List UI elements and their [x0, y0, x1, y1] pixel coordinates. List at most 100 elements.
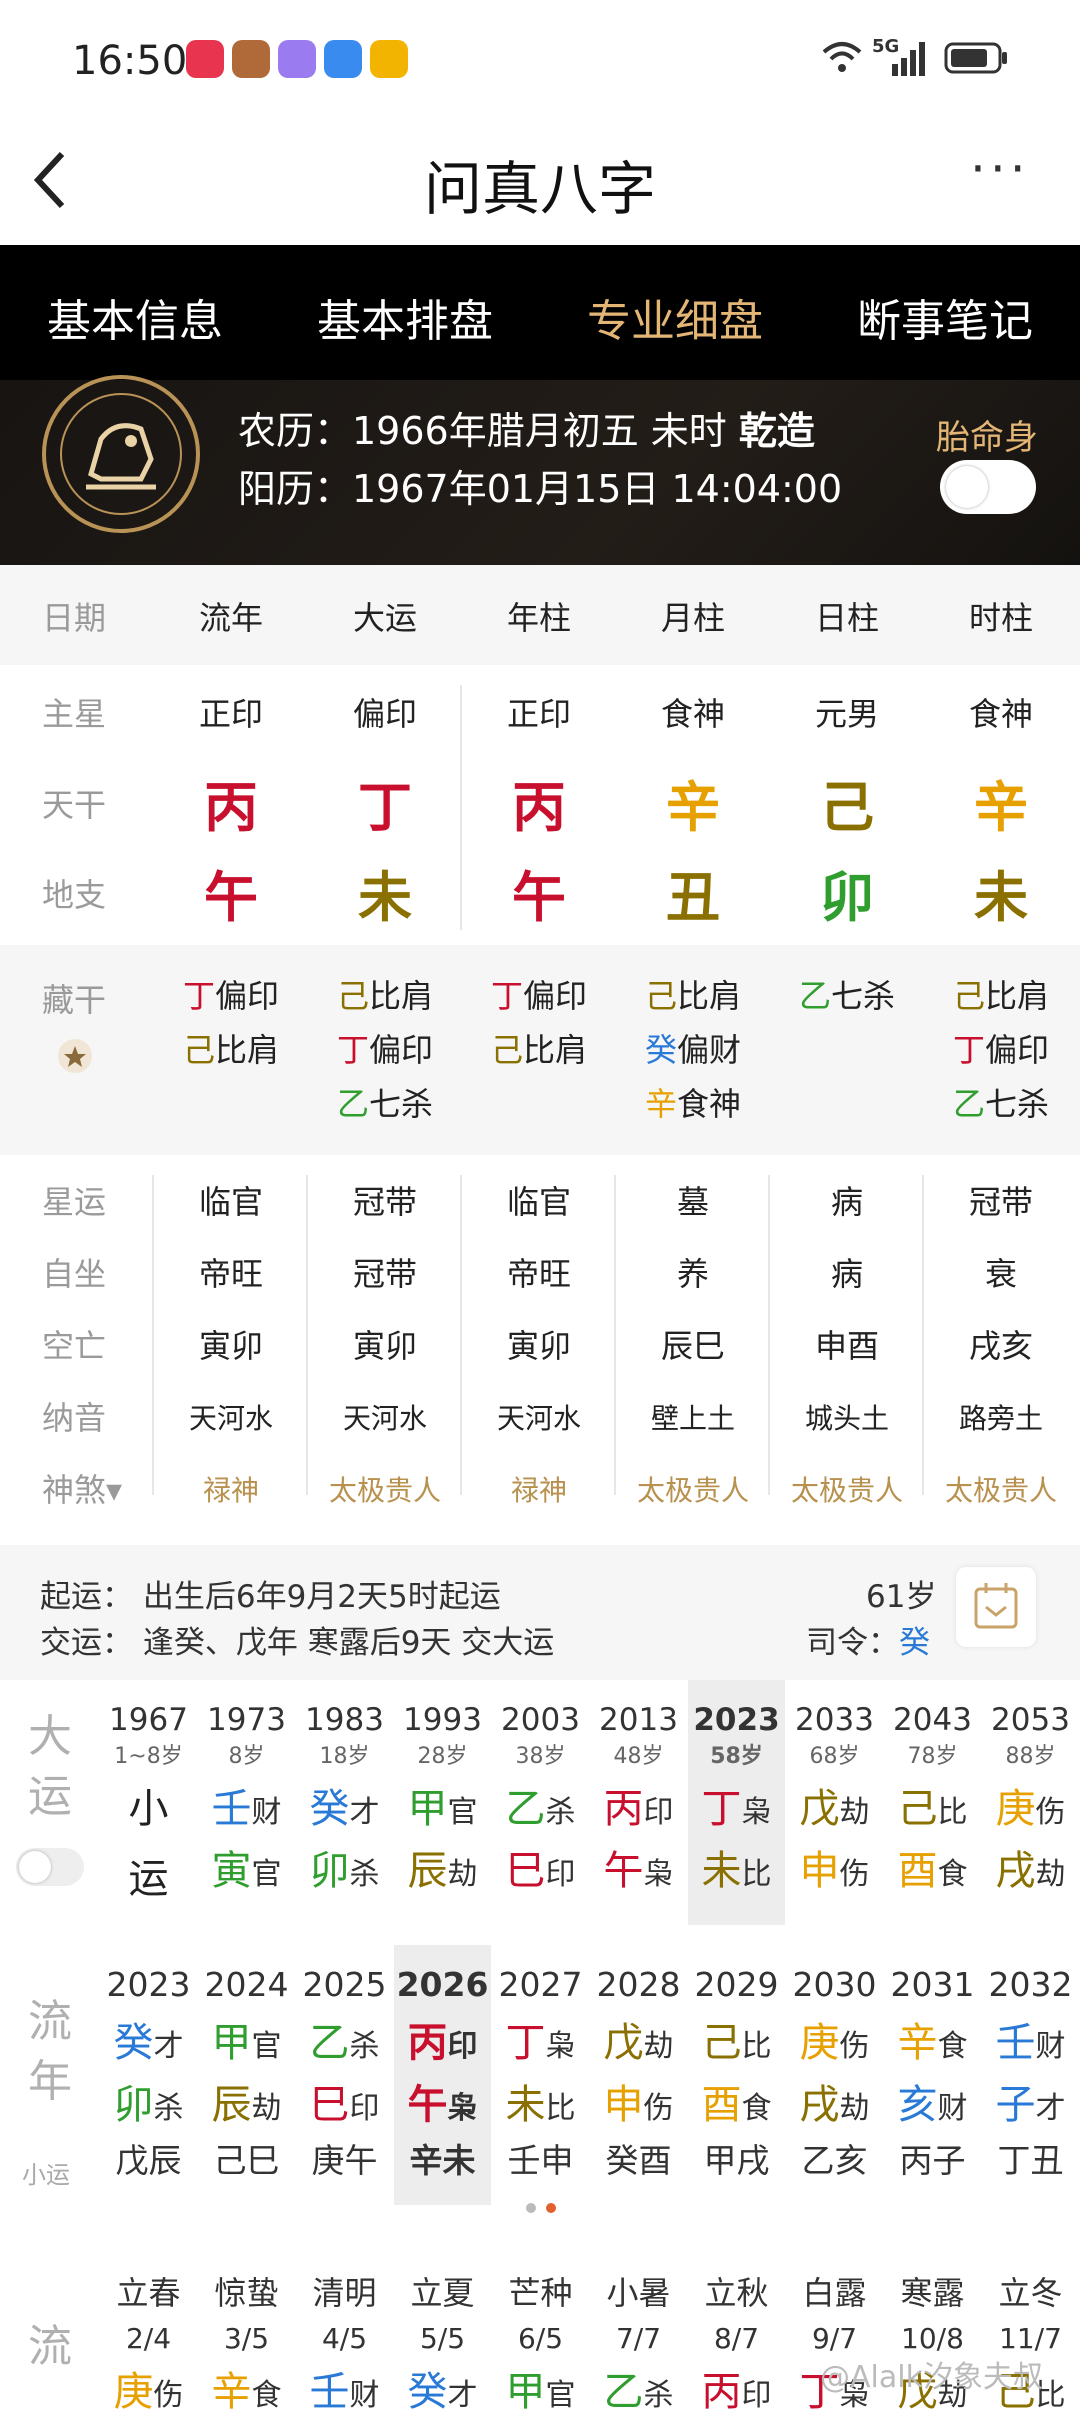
- solar-term: 小暑: [606, 2274, 671, 2312]
- liunian-zhi: 子才: [982, 2072, 1079, 2130]
- zhi-god: 伤: [839, 1857, 870, 1892]
- dayun-year: 2003: [501, 1702, 580, 1738]
- shensha-cell[interactable]: 太极贵人: [770, 1469, 924, 1509]
- tab-basic-chart[interactable]: 基本排盘: [270, 285, 540, 349]
- dayun-column[interactable]: 2043 78岁 己比 酉食: [884, 1680, 981, 1925]
- liunian-column[interactable]: 2032 壬财 子才 丁丑: [982, 1945, 1079, 2205]
- tab-professional-chart[interactable]: 专业细盘: [540, 285, 810, 349]
- liuyue-column[interactable]: 惊蛰 3/5 辛食: [198, 2250, 295, 2412]
- liuyue-gan: 乙杀: [590, 2359, 687, 2412]
- tiangan-cell: 己: [820, 776, 874, 839]
- gan-god: 财: [251, 1795, 282, 1830]
- attributes-section: 星运 临官 冠带 临官墓病冠带 自坐 帝旺 冠带 帝旺养病衰空亡 寅卯 寅卯 寅卯 辰巳 申酉 戌亥 纳音天…: [0, 1155, 1080, 1545]
- dayun-zhi: 酉食: [884, 1838, 981, 1896]
- xiaoyun-toggle[interactable]: [16, 1848, 84, 1886]
- attr-cell: 寅卯: [198, 1327, 263, 1365]
- gan-char: 癸: [407, 2369, 448, 2412]
- dayun-column[interactable]: 1967 1~8岁小运: [100, 1702, 197, 1904]
- zhi-char: 子: [995, 2082, 1036, 2128]
- tab-notes[interactable]: 断事笔记: [810, 285, 1080, 349]
- canggan-item: 己比肩: [154, 1025, 308, 1071]
- dayun-gan: 壬财: [198, 1776, 295, 1834]
- dayun-column[interactable]: 2033 68岁 戊劫 申伤: [786, 1680, 883, 1925]
- liunian-column[interactable]: 2027 丁枭 未比 壬申: [492, 1945, 589, 2205]
- gan-god: 食: [937, 2029, 968, 2064]
- canggan-stem: 丁: [182, 977, 215, 1015]
- liunian-column[interactable]: 2029 己比 酉食 甲戌: [688, 1945, 785, 2205]
- solar-term-date: 5/5: [419, 2322, 466, 2355]
- gan-god: 伤: [153, 2378, 184, 2412]
- liuyue-gan: 甲官: [492, 2359, 589, 2412]
- canggan-item: 丁偏印: [308, 1025, 462, 1071]
- dizhi-cell: 丑: [666, 866, 720, 929]
- dayun-column[interactable]: 1983 18岁 癸才 卯杀: [296, 1680, 393, 1925]
- dayun-age: 58岁: [710, 1744, 763, 1769]
- canggan-item: 乙七杀: [924, 1079, 1078, 1125]
- attr-cell: 寅卯: [506, 1327, 571, 1365]
- liunian-column[interactable]: 2026 丙印 午枭 辛未: [394, 1945, 491, 2205]
- zhi-god: 食: [937, 1857, 968, 1892]
- shensha-cell[interactable]: 太极贵人: [924, 1469, 1078, 1509]
- liuyue-column[interactable]: 芒种 6/5 甲官: [492, 2250, 589, 2412]
- liunian-column[interactable]: 2024 甲官 辰劫 己巳: [198, 1945, 295, 2205]
- shensha-cell[interactable]: 太极贵人: [308, 1469, 462, 1509]
- star-badge-icon[interactable]: [58, 1039, 92, 1073]
- dayun-column[interactable]: 2053 88岁 庚伤 戌劫: [982, 1680, 1079, 1925]
- canggan-stem: 己: [490, 1031, 523, 1069]
- taiming-toggle[interactable]: [940, 460, 1036, 514]
- gan-char: 甲: [505, 2369, 546, 2412]
- liuyue-column[interactable]: 清明 4/5 壬财: [296, 2250, 393, 2412]
- gan-god: 官: [545, 2378, 576, 2412]
- gan-god: 才: [447, 2378, 478, 2412]
- calendar-button[interactable]: [956, 1567, 1036, 1647]
- liuyue-column[interactable]: 立秋 8/7 丙印: [688, 2250, 785, 2412]
- shensha-cell[interactable]: 太极贵人: [616, 1469, 770, 1509]
- xiaoyun-ganzhi: 戊辰: [115, 2141, 182, 2180]
- dayun-column[interactable]: 2023 58岁 丁枭 未比: [688, 1680, 785, 1925]
- liunian-gan: 辛食: [884, 2010, 981, 2068]
- canggan-item: 己比肩: [616, 971, 770, 1017]
- liuyue-column[interactable]: 小暑 7/7 乙杀: [590, 2250, 687, 2412]
- zhi-god: 才: [1035, 2091, 1066, 2126]
- solar-term: 立秋: [704, 2274, 769, 2312]
- attr-cell: 申酉: [814, 1327, 879, 1365]
- solar-term-date: 4/5: [321, 2322, 368, 2355]
- row-label[interactable]: 神煞▾: [42, 1465, 122, 1511]
- liunian-column[interactable]: 2028 戊劫 申伤 癸酉: [590, 1945, 687, 2205]
- canggan-stem: 丁: [952, 1031, 985, 1069]
- row-label-dizhi: 地支: [42, 876, 107, 914]
- page-dot[interactable]: [526, 2203, 536, 2213]
- liunian-year: 2028: [596, 1965, 681, 2004]
- liunian-gan: 丁枭: [492, 2010, 589, 2068]
- xiaoyun-ganzhi: 庚午: [311, 2141, 378, 2180]
- gan-char: 庚: [995, 1786, 1036, 1832]
- liunian-column[interactable]: 2025 乙杀 巳印 庚午: [296, 1945, 393, 2205]
- dayun-column[interactable]: 2003 38岁 乙杀 巳印: [492, 1680, 589, 1925]
- zhi-char: 卯: [113, 2082, 154, 2128]
- liunian-column[interactable]: 2023 癸才 卯杀 戊辰: [100, 1945, 197, 2205]
- shensha-cell[interactable]: 禄神: [154, 1469, 308, 1509]
- attr-cell: 冠带: [968, 1183, 1033, 1221]
- dayun-column[interactable]: 1973 8岁 壬财 寅官: [198, 1680, 295, 1925]
- gan-char: 癸: [309, 1786, 350, 1832]
- canggan-god: 偏印: [369, 1031, 434, 1069]
- dayun-age: 38岁: [515, 1744, 566, 1769]
- liuyue-column[interactable]: 立夏 5/5 癸才: [394, 2250, 491, 2412]
- attr-cell: 冠带: [352, 1255, 417, 1293]
- canggan-god: 偏印: [523, 977, 588, 1015]
- page-dot-active[interactable]: [546, 2203, 556, 2213]
- attr-cell: 天河水: [188, 1402, 273, 1435]
- more-button[interactable]: ···: [970, 140, 1030, 198]
- shensha-cell[interactable]: 禄神: [462, 1469, 616, 1509]
- canggan-stem: 癸: [644, 1031, 677, 1069]
- liunian-column[interactable]: 2031 辛食 亥财 丙子: [884, 1945, 981, 2205]
- col-header-month: 月柱: [660, 599, 725, 637]
- solar-term-date: 9/7: [811, 2322, 858, 2355]
- zhi-char: 巳: [505, 1848, 546, 1894]
- col-header-dayun: 大运: [352, 599, 417, 637]
- dayun-column[interactable]: 2013 48岁 丙印 午枭: [590, 1680, 687, 1925]
- tab-basic-info[interactable]: 基本信息: [0, 285, 270, 349]
- liuyue-column[interactable]: 立春 2/4 庚伤: [100, 2250, 197, 2412]
- liunian-column[interactable]: 2030 庚伤 戌劫 乙亥: [786, 1945, 883, 2205]
- dayun-column[interactable]: 1993 28岁 甲官 辰劫: [394, 1680, 491, 1925]
